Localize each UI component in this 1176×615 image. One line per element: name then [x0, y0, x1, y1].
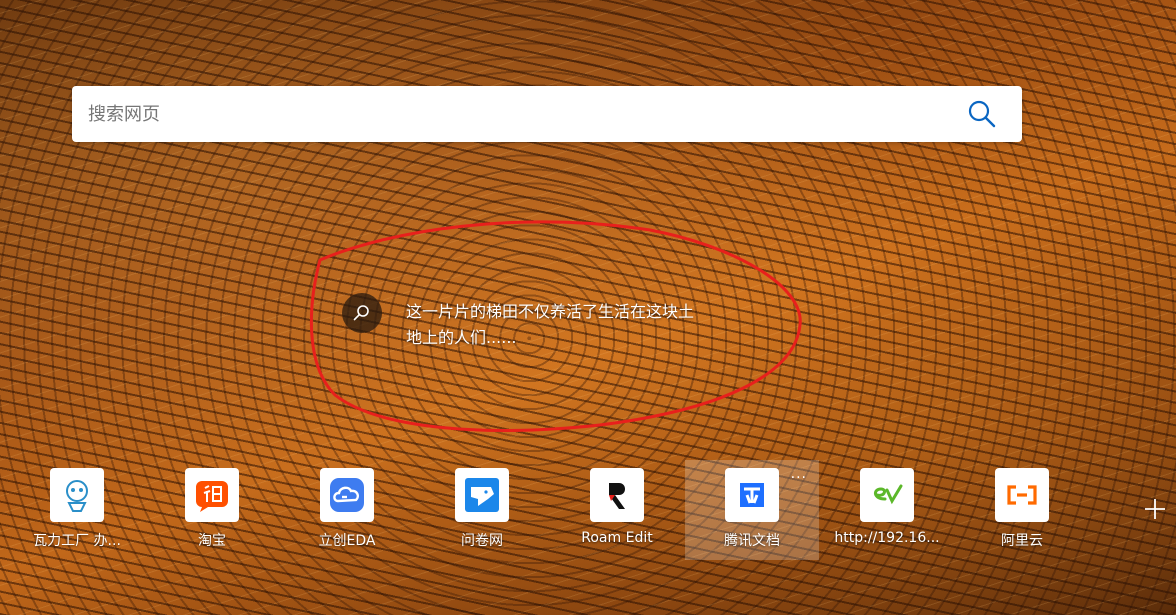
tile-icon-frame: [320, 468, 374, 522]
image-caption[interactable]: 这一片片的梯田不仅养活了生活在这块土 地上的人们......: [342, 293, 742, 353]
tile-icon-frame: [725, 468, 779, 522]
caption-line-1: 这一片片的梯田不仅养活了生活在这块土: [406, 302, 695, 321]
tile-tencent-docs[interactable]: ··· 腾讯文档: [685, 460, 819, 560]
tile-icon-frame: [185, 468, 239, 522]
tile-ev-http[interactable]: http://192.16...: [820, 460, 954, 560]
tile-icon-frame: [590, 468, 644, 522]
visual-search-icon[interactable]: [342, 293, 382, 333]
roam-edit-icon: [609, 483, 625, 509]
search-input[interactable]: [72, 86, 984, 142]
tile-roam-edit[interactable]: Roam Edit: [550, 460, 684, 560]
tile-icon-frame: [860, 468, 914, 522]
tencent-docs-icon: [740, 483, 764, 507]
tile-label: 问卷网: [461, 533, 503, 549]
tile-taobao[interactable]: 淘宝: [145, 460, 279, 560]
tile-label: 瓦力工厂 办...: [33, 533, 121, 549]
taobao-icon: [196, 481, 228, 512]
tile-label: http://192.16...: [834, 530, 940, 546]
tile-label: Roam Edit: [581, 530, 653, 546]
caption-text[interactable]: 这一片片的梯田不仅养活了生活在这块土 地上的人们......: [406, 299, 736, 351]
search-box: [72, 86, 1022, 142]
tile-lceda[interactable]: 立创EDA: [280, 460, 414, 560]
tile-icon-frame: [455, 468, 509, 522]
caption-line-2: 地上的人们......: [406, 328, 517, 347]
aliyun-icon: [1007, 485, 1037, 505]
tile-aliyun[interactable]: 阿里云: [955, 460, 1089, 560]
wali-robot-icon: [66, 480, 88, 512]
ev-icon: [874, 484, 903, 505]
tile-icon-frame: [50, 468, 104, 522]
add-shortcut-icon[interactable]: [1142, 496, 1168, 522]
lceda-cloud-icon: [330, 478, 364, 512]
wenjuan-icon: [465, 478, 499, 512]
quick-links: 瓦力工厂 办... 淘宝 立创EDA 问卷网 Roam Edit ··· 腾讯文…: [10, 460, 1110, 560]
tile-more-options-icon[interactable]: ···: [791, 470, 807, 486]
tile-wali[interactable]: 瓦力工厂 办...: [10, 460, 144, 560]
tile-label: 立创EDA: [318, 533, 376, 549]
search-icon[interactable]: [968, 100, 996, 128]
tile-wenjuan[interactable]: 问卷网: [415, 460, 549, 560]
tile-label: 淘宝: [198, 533, 226, 549]
tile-label: 腾讯文档: [724, 533, 780, 549]
tile-label: 阿里云: [1001, 533, 1043, 549]
tile-icon-frame: [995, 468, 1049, 522]
